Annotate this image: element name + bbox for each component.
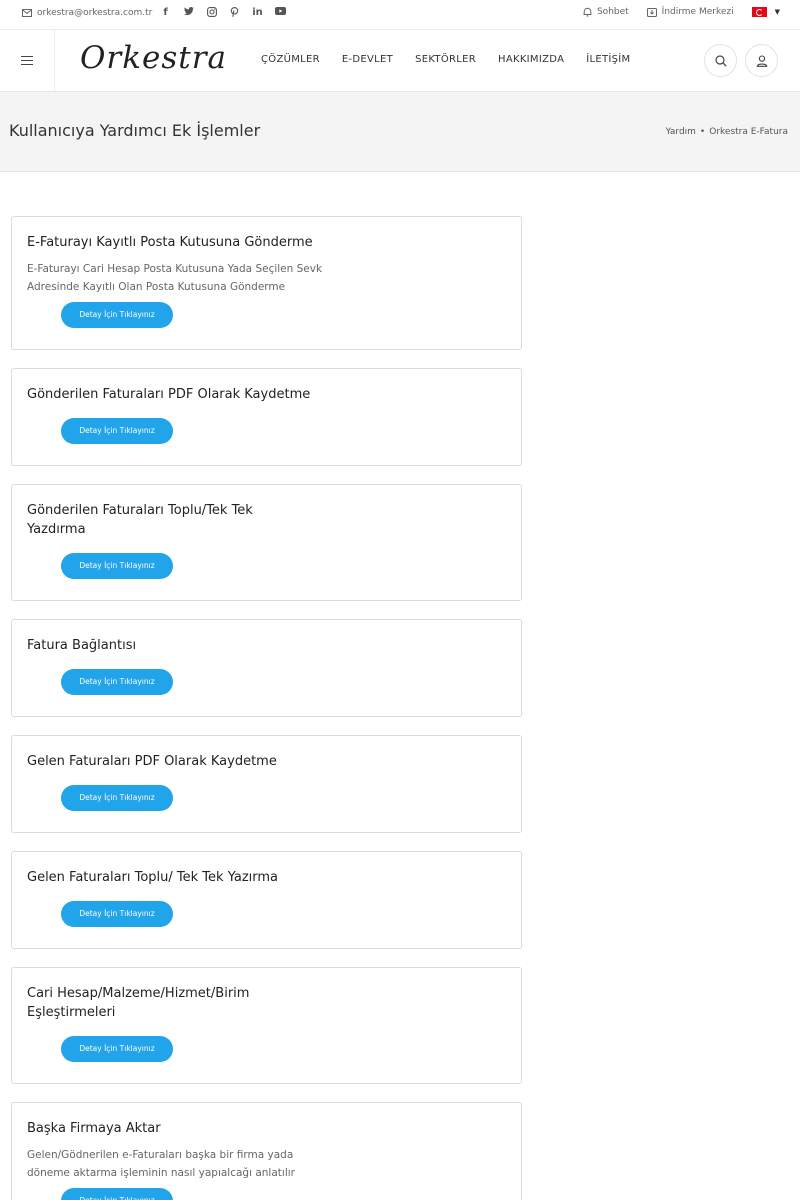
help-card-list: E-Faturayı Kayıtlı Posta Kutusuna Gönder…	[11, 216, 522, 1200]
download-icon	[646, 8, 657, 17]
breadcrumb-current[interactable]: Orkestra E-Fatura	[709, 127, 788, 137]
detail-button[interactable]: Detay İçin Tıklayınız	[61, 1036, 173, 1062]
email-text: orkestra@orkestra.com.tr	[37, 8, 153, 18]
top-bar: orkestra@orkestra.com.tr f in Sohbet İnd…	[0, 0, 800, 30]
mail-icon	[22, 9, 32, 17]
help-card: Gönderilen Faturaları PDF Olarak Kaydetm…	[11, 368, 522, 466]
breadcrumb-home[interactable]: Yardım	[666, 127, 696, 137]
turkey-flag-icon	[751, 7, 767, 17]
detail-button[interactable]: Detay İçin Tıklayınız	[61, 418, 173, 444]
bell-icon	[583, 7, 592, 17]
main-header: Orkestra ÇÖZÜMLER E-DEVLET SEKTÖRLER HAK…	[0, 30, 800, 92]
download-label: İndirme Merkezi	[661, 7, 734, 17]
download-center-link[interactable]: İndirme Merkezi	[646, 7, 734, 17]
card-title[interactable]: E-Faturayı Kayıtlı Posta Kutusuna Gönder…	[27, 233, 347, 252]
detail-button[interactable]: Detay İçin Tıklayınız	[61, 302, 173, 328]
detail-button[interactable]: Detay İçin Tıklayınız	[61, 669, 173, 695]
hamburger-icon	[21, 53, 33, 68]
account-button[interactable]	[745, 44, 778, 77]
linkedin-icon[interactable]: in	[252, 7, 263, 20]
detail-button[interactable]: Detay İçin Tıklayınız	[61, 785, 173, 811]
card-title[interactable]: Cari Hesap/Malzeme/Hizmet/Birim Eşleştir…	[27, 984, 277, 1022]
detail-button[interactable]: Detay İçin Tıklayınız	[61, 901, 173, 927]
search-button[interactable]	[704, 44, 737, 77]
help-card: Gelen Faturaları Toplu/ Tek Tek Yazırma …	[11, 851, 522, 949]
help-card: Fatura Bağlantısı Detay İçin Tıklayınız	[11, 619, 522, 717]
detail-button[interactable]: Detay İçin Tıklayınız	[61, 1188, 173, 1200]
email-link[interactable]: orkestra@orkestra.com.tr	[22, 8, 152, 18]
detail-button[interactable]: Detay İçin Tıklayınız	[61, 553, 173, 579]
user-icon	[756, 54, 767, 67]
breadcrumb: Yardım • Orkestra E-Fatura	[666, 127, 788, 137]
main-nav: ÇÖZÜMLER E-DEVLET SEKTÖRLER HAKKIMIZDA İ…	[261, 54, 630, 65]
chevron-down-icon: ▼	[774, 8, 780, 16]
card-title[interactable]: Başka Firmaya Aktar	[27, 1119, 347, 1138]
card-title[interactable]: Gönderilen Faturaları PDF Olarak Kaydetm…	[27, 385, 347, 404]
nav-item-cozumler[interactable]: ÇÖZÜMLER	[261, 54, 320, 65]
page-title-band: Kullanıcıya Yardımcı Ek İşlemler Yardım …	[0, 92, 800, 172]
nav-item-iletisim[interactable]: İLETİŞİM	[586, 54, 630, 65]
facebook-icon[interactable]: f	[160, 7, 171, 20]
card-description: Gelen/Gödnerilen e-Faturaları başka bir …	[27, 1149, 295, 1179]
language-selector[interactable]: ▼	[751, 7, 780, 17]
social-links: f in	[160, 7, 286, 20]
instagram-icon[interactable]	[206, 7, 217, 20]
menu-toggle-button[interactable]	[0, 30, 55, 91]
chat-link[interactable]: Sohbet	[583, 7, 629, 17]
top-right-links: Sohbet İndirme Merkezi ▼	[583, 7, 780, 17]
logo[interactable]: Orkestra	[80, 40, 227, 76]
page-title: Kullanıcıya Yardımcı Ek İşlemler	[9, 121, 261, 140]
card-title[interactable]: Gönderilen Faturaları Toplu/Tek Tek Yazd…	[27, 501, 287, 539]
nav-item-hakkimizda[interactable]: HAKKIMIZDA	[498, 54, 564, 65]
help-card: E-Faturayı Kayıtlı Posta Kutusuna Gönder…	[11, 216, 522, 350]
help-card: Gelen Faturaları PDF Olarak Kaydetme Det…	[11, 735, 522, 833]
nav-item-sektorler[interactable]: SEKTÖRLER	[415, 54, 476, 65]
nav-item-e-devlet[interactable]: E-DEVLET	[342, 54, 393, 65]
breadcrumb-separator: •	[699, 127, 706, 137]
twitter-icon[interactable]	[183, 7, 194, 20]
card-title[interactable]: Gelen Faturaları Toplu/ Tek Tek Yazırma	[27, 868, 347, 887]
card-title[interactable]: Fatura Bağlantısı	[27, 636, 347, 655]
card-title[interactable]: Gelen Faturaları PDF Olarak Kaydetme	[27, 752, 347, 771]
search-icon	[714, 54, 727, 67]
help-card: Başka Firmaya Aktar Gelen/Gödnerilen e-F…	[11, 1102, 522, 1200]
card-description: E-Faturayı Cari Hesap Posta Kutusuna Yad…	[27, 263, 323, 293]
chat-label: Sohbet	[596, 7, 629, 17]
pinterest-icon[interactable]	[229, 7, 240, 20]
help-card: Cari Hesap/Malzeme/Hizmet/Birim Eşleştir…	[11, 967, 522, 1084]
help-card: Gönderilen Faturaları Toplu/Tek Tek Yazd…	[11, 484, 522, 601]
youtube-icon[interactable]	[275, 7, 286, 20]
